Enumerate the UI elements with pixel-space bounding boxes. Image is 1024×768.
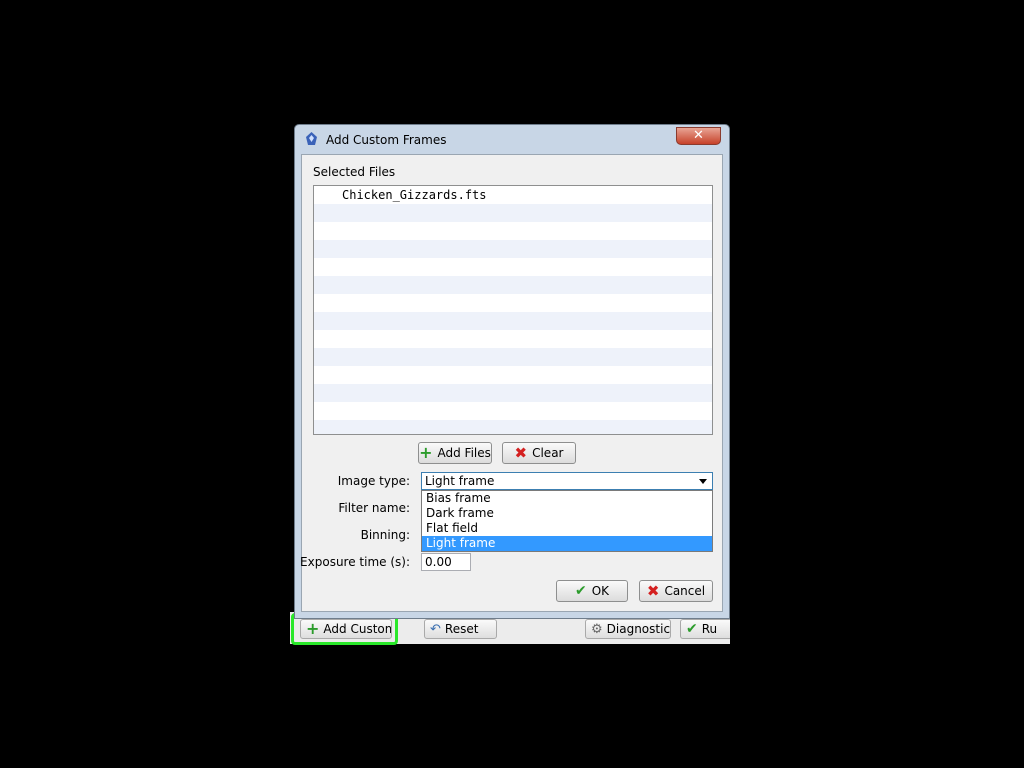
option-bias-frame[interactable]: Bias frame [422,491,712,506]
binning-label: Binning: [360,528,410,542]
list-item[interactable] [314,348,712,366]
exposure-time-label: Exposure time (s): [300,555,410,569]
gear-icon: ⚙ [591,621,603,637]
x-icon: ✖ [646,582,660,600]
option-light-frame[interactable]: Light frame [422,536,712,551]
clear-label: Clear [532,446,564,460]
list-item[interactable] [314,294,712,312]
list-item[interactable] [314,204,712,222]
add-files-button[interactable]: + Add Files [418,442,492,464]
list-item[interactable]: Chicken_Gizzards.fts [314,186,712,204]
list-item[interactable] [314,276,712,294]
filter-name-label: Filter name: [338,501,410,515]
ok-button[interactable]: ✔ OK [556,580,628,602]
image-type-value: Light frame [425,474,495,488]
check-icon: ✔ [686,621,698,637]
list-item[interactable] [314,420,712,434]
x-icon: ✖ [514,444,528,462]
add-files-label: Add Files [437,446,491,460]
file-list[interactable]: Chicken_Gizzards.fts [313,185,713,435]
exposure-time-input[interactable]: 0.00 [421,553,471,571]
list-item[interactable] [314,312,712,330]
run-button[interactable]: ✔ Ru [680,619,730,639]
list-item[interactable] [314,330,712,348]
check-icon: ✔ [574,583,587,599]
cancel-label: Cancel [664,584,706,598]
list-item[interactable] [314,384,712,402]
undo-icon: ↶ [430,621,441,637]
diagnostics-label: Diagnostics [606,622,671,636]
list-item[interactable] [314,402,712,420]
close-icon: ✕ [693,128,704,143]
cancel-button[interactable]: ✖ Cancel [639,580,713,602]
reset-button[interactable]: ↶ Reset [424,619,497,639]
dialog-title: Add Custom Frames [326,133,447,147]
run-label: Ru [701,622,718,636]
list-item[interactable] [314,258,712,276]
plus-icon: + [419,443,433,462]
selected-files-label: Selected Files [313,165,396,179]
close-button[interactable]: ✕ [676,127,721,145]
image-type-dropdown: Bias frame Dark frame Flat field Light f… [421,490,713,552]
diagnostics-button[interactable]: ⚙ Diagnostics [585,619,671,639]
list-item[interactable] [314,240,712,258]
chevron-down-icon [699,479,707,484]
add-custom-frames-dialog: Add Custom Frames ✕ Selected Files Chick… [294,124,730,619]
image-type-label: Image type: [337,474,410,488]
list-item[interactable] [314,222,712,240]
clear-button[interactable]: ✖ Clear [502,442,576,464]
option-flat-field[interactable]: Flat field [422,521,712,536]
app-icon [306,132,317,145]
list-item[interactable] [314,366,712,384]
ok-label: OK [591,584,610,598]
title-bar[interactable]: Add Custom Frames ✕ [295,125,729,153]
reset-label: Reset [444,622,479,636]
image-type-select[interactable]: Light frame [421,472,713,490]
dialog-body: Selected Files Chicken_Gizzards.fts + Ad… [300,154,723,612]
option-dark-frame[interactable]: Dark frame [422,506,712,521]
